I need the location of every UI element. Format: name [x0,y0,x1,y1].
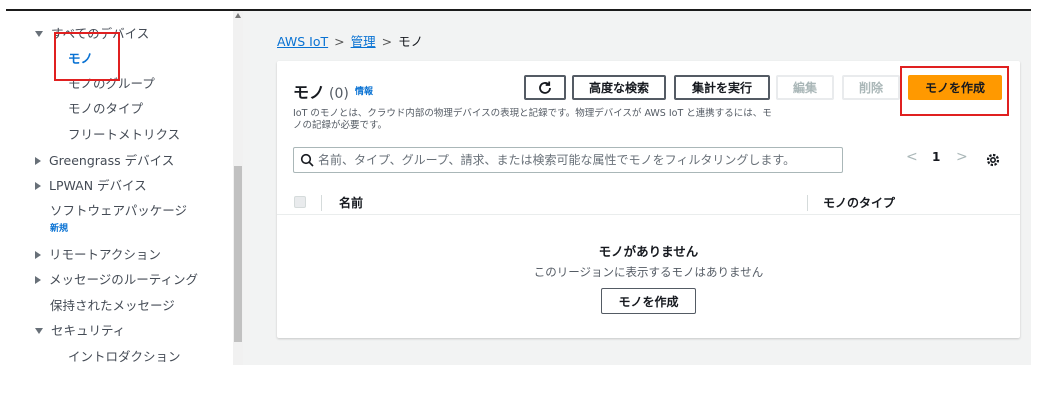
search-icon [300,153,314,167]
sidebar-item-security[interactable]: セキュリティ [35,320,125,339]
search-field[interactable] [293,147,843,173]
highlight-box-things [54,32,120,81]
sidebar-item-label: リモートアクション [49,247,161,262]
breadcrumb-separator: > [381,34,393,49]
scroll-up-arrow-icon[interactable] [235,13,241,18]
delete-button[interactable]: 削除 [842,75,900,100]
sidebar-item-fleet-metrics[interactable]: フリートメトリクス [68,124,180,143]
sidebar-item-label: イントロダクション [68,349,181,364]
sidebar-item-retained-messages[interactable]: 保持されたメッセージ [50,295,175,314]
sidebar-item-label: ソフトウェアパッケージ [50,203,188,218]
refresh-button[interactable] [524,75,566,100]
sidebar-item-introduction[interactable]: イントロダクション [68,346,181,365]
new-badge: 新規 [50,224,69,234]
breadcrumb-separator: > [334,34,345,49]
column-divider [321,195,322,211]
breadcrumb-current: モノ [398,34,424,49]
sidebar-item-label: セキュリティ [51,323,126,338]
sidebar-item-lpwan[interactable]: LPWAN デバイス [35,175,147,194]
run-aggregation-button[interactable]: 集計を実行 [674,75,770,100]
gear-icon[interactable] [985,152,1001,168]
column-header-thing-type[interactable]: モノのタイプ [823,194,895,211]
caret-right-icon [35,181,41,190]
breadcrumb-aws-iot[interactable]: AWS IoT [277,34,328,49]
select-all-checkbox[interactable] [294,196,306,208]
page-number[interactable]: 1 [932,150,940,164]
sidebar-item-greengrass[interactable]: Greengrass デバイス [35,150,174,169]
sidebar-item-thing-types[interactable]: モノのタイプ [68,98,143,117]
info-link[interactable]: 情報 [355,84,373,97]
sidebar-item-label: Greengrass デバイス [49,153,175,168]
table-header: 名前 モノのタイプ [277,191,1020,215]
page-title: モノ (0) [293,79,349,103]
empty-create-thing-button[interactable]: モノを作成 [601,288,696,314]
sidebar-item-message-routing[interactable]: メッセージのルーティング [35,269,198,288]
caret-right-icon [35,250,41,259]
caret-right-icon [35,156,41,165]
caret-down-icon [35,327,43,334]
sidebar-item-label: メッセージのルーティング [49,272,199,287]
caret-right-icon [35,275,41,284]
empty-state-description: このリージョンに表示するモノはありません [533,265,764,279]
sidebar-item-label: フリートメトリクス [68,127,181,142]
edit-button[interactable]: 編集 [776,75,834,100]
column-header-name[interactable]: 名前 [339,194,363,211]
sidebar-item-label: モノのタイプ [68,101,144,116]
sidebar-item-label: LPWAN デバイス [49,178,147,193]
caret-down-icon [35,30,43,37]
column-divider[interactable] [807,195,808,211]
sidebar-item-label: 保持されたメッセージ [50,298,175,313]
sidebar-item-remote-actions[interactable]: リモートアクション [35,244,161,263]
sidebar-scroll-thumb[interactable] [234,166,242,342]
prev-page-button[interactable]: < [906,149,918,165]
breadcrumb-manage[interactable]: 管理 [351,34,376,49]
sidebar-nav: すべてのデバイス モノ モノのグループ モノのタイプ フリートメトリクス Gre… [0,11,233,405]
main-content: AWS IoT > 管理 > モノ モノ (0) 情報 IoT のモノとは、クラウド内部の… [243,11,1031,365]
panel-description: IoT のモノとは、クラウド内部の物理デバイスの表現と記録です。物理デバイスが … [293,108,772,131]
empty-state-title: モノがありません [598,244,699,259]
highlight-box-create [900,66,1009,116]
refresh-icon [539,81,551,94]
things-panel: モノ (0) 情報 IoT のモノとは、クラウド内部の物理デバイスの表現と記録です… [277,61,1020,338]
next-page-button[interactable]: > [956,149,968,165]
item-count: (0) [329,86,349,102]
panel-title-text: モノ [293,83,326,102]
search-input[interactable] [318,148,838,172]
breadcrumb: AWS IoT > 管理 > モノ [277,31,423,50]
advanced-search-button[interactable]: 高度な検索 [572,75,666,100]
sidebar-item-software-packages[interactable]: ソフトウェアパッケージ [50,200,187,219]
